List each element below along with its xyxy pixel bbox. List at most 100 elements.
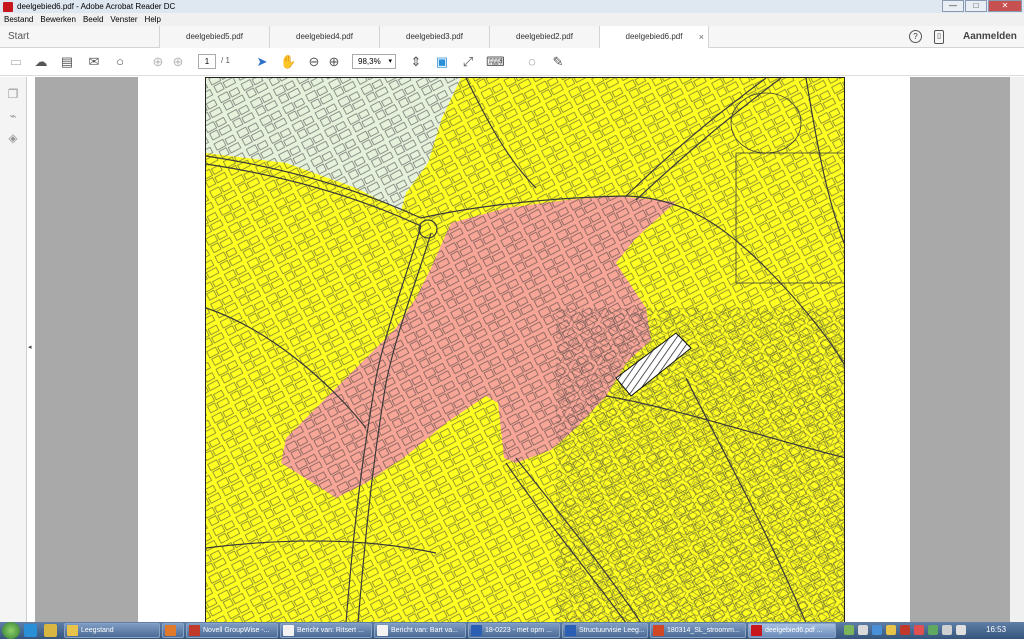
attachments-icon[interactable]: ⌁ — [6, 109, 20, 123]
full-screen-icon[interactable]: ⤢ — [460, 54, 476, 70]
word-icon — [471, 625, 482, 636]
powerpoint-icon — [653, 625, 664, 636]
map-figure — [205, 77, 845, 622]
groupwise-icon — [189, 625, 200, 636]
save-icon[interactable]: ▭ — [8, 54, 24, 70]
zoom-select[interactable]: 98,3% ▾ — [352, 54, 396, 69]
minimize-button[interactable]: — — [942, 0, 964, 12]
page-number-input[interactable]: 1 — [198, 54, 216, 69]
sign-icon[interactable]: ✎ — [550, 54, 566, 70]
tray-icon[interactable] — [942, 625, 952, 635]
signin-button[interactable]: Aanmelden — [963, 31, 1017, 42]
map-svg — [206, 78, 844, 622]
select-icon[interactable]: ➤ — [254, 54, 270, 70]
menu-help[interactable]: Help — [145, 15, 161, 24]
task-leegstand[interactable]: Leegstand — [64, 623, 160, 638]
close-window-button[interactable]: ✕ — [988, 0, 1022, 12]
keyboard-icon[interactable]: ⌨ — [486, 54, 505, 70]
zoom-out-icon[interactable]: ⊖ — [306, 54, 322, 70]
start-orb-icon[interactable] — [2, 622, 20, 639]
ie-icon[interactable] — [24, 624, 37, 637]
tab-label: deelgebied2.pdf — [516, 32, 573, 41]
task-label: Bericht van: Ritsert ... — [297, 627, 364, 634]
rotate-icon[interactable]: ▣ — [434, 54, 450, 70]
fit-page-icon[interactable]: ⇕ — [408, 54, 424, 70]
task-message-bart[interactable]: Bericht van: Bart va... — [374, 623, 466, 638]
tab-label: deelgebied3.pdf — [406, 32, 463, 41]
task-label: Structuurvisie Leeg... — [579, 627, 645, 634]
email-icon[interactable]: ✉ — [86, 54, 102, 70]
print-icon[interactable]: ▤ — [59, 54, 75, 70]
clock[interactable]: 16:53 — [986, 625, 1006, 634]
task-media[interactable] — [162, 623, 184, 638]
search-icon[interactable]: ○ — [112, 54, 128, 70]
menu-bewerken[interactable]: Bewerken — [40, 15, 76, 24]
menu-bar: Bestand Bewerken Beeld Venster Help — [0, 13, 1024, 26]
page-thumbnails-icon[interactable]: ❐ — [6, 87, 20, 101]
task-word-2[interactable]: Structuurvisie Leeg... — [562, 623, 648, 638]
tab-deelgebied6[interactable]: deelgebied6.pdf × — [599, 26, 709, 48]
acrobat-icon — [3, 1, 13, 12]
next-page-icon[interactable]: ⊕ — [170, 54, 186, 70]
acrobat-icon — [751, 625, 762, 636]
media-icon — [165, 625, 176, 636]
tab-start[interactable]: Start — [8, 31, 29, 42]
tray-icon[interactable] — [914, 625, 924, 635]
tray-icon[interactable] — [900, 625, 910, 635]
navigation-pane: ❐ ⌁ ◈ — [0, 77, 27, 622]
tray-icon[interactable] — [872, 625, 882, 635]
tab-deelgebied5[interactable]: deelgebied5.pdf — [159, 26, 269, 48]
layers-icon[interactable]: ◈ — [6, 131, 20, 145]
tab-bar: Start deelgebied5.pdf deelgebied4.pdf de… — [0, 26, 1024, 48]
help-icon[interactable]: ? — [909, 30, 922, 43]
chevron-down-icon: ▾ — [388, 58, 392, 65]
task-label: 18-0223 - met opm ... — [485, 627, 552, 634]
mail-icon — [283, 625, 294, 636]
tab-label: deelgebied4.pdf — [296, 32, 353, 41]
task-message-ritsert[interactable]: Bericht van: Ritsert ... — [280, 623, 372, 638]
tray-icon[interactable] — [858, 625, 868, 635]
tab-deelgebied4[interactable]: deelgebied4.pdf — [269, 26, 379, 48]
toolbar: ▭ ☁ ▤ ✉ ○ ⊕ ⊕ 1 / 1 ➤ ✋ ⊖ ⊕ 98,3% ▾ ⇕ ▣ … — [0, 49, 1024, 76]
tab-label: deelgebied5.pdf — [186, 32, 243, 41]
collapse-pane-icon[interactable]: ◂ — [28, 343, 32, 351]
page-total: / 1 — [221, 56, 230, 65]
prev-page-icon[interactable]: ⊕ — [150, 54, 166, 70]
menu-bestand[interactable]: Bestand — [4, 15, 33, 24]
tray-icon[interactable] — [928, 625, 938, 635]
zoom-value: 98,3% — [358, 57, 381, 66]
tab-deelgebied3[interactable]: deelgebied3.pdf — [379, 26, 489, 48]
task-acrobat[interactable]: deelgebied6.pdf ... — [748, 623, 836, 638]
task-label: Bericht van: Bart va... — [391, 627, 458, 634]
upload-icon[interactable]: ☁ — [33, 54, 49, 70]
title-bar: deelgebied6.pdf - Adobe Acrobat Reader D… — [0, 0, 1024, 13]
tray-icon[interactable] — [886, 625, 896, 635]
task-label: 180314_SL_stroomm... — [667, 627, 740, 634]
taskbar: Leegstand Novell GroupWise -... Bericht … — [0, 622, 1024, 639]
explorer-icon[interactable] — [44, 624, 57, 637]
folder-icon — [67, 625, 78, 636]
map-building-pattern-2 — [556, 308, 844, 622]
mail-icon — [377, 625, 388, 636]
task-label: Novell GroupWise -... — [203, 627, 270, 634]
hand-icon[interactable]: ✋ — [280, 54, 296, 70]
menu-venster[interactable]: Venster — [110, 15, 137, 24]
mobile-icon[interactable]: ▯ — [934, 30, 944, 44]
zoom-in-icon[interactable]: ⊕ — [326, 54, 342, 70]
comment-icon[interactable]: ◌ — [524, 54, 540, 70]
task-label: deelgebied6.pdf ... — [765, 627, 823, 634]
vertical-scrollbar[interactable] — [1010, 77, 1024, 622]
task-word-1[interactable]: 18-0223 - met opm ... — [468, 623, 560, 638]
word-icon — [565, 625, 576, 636]
task-powerpoint[interactable]: 180314_SL_stroomm... — [650, 623, 746, 638]
window-title: deelgebied6.pdf - Adobe Acrobat Reader D… — [17, 2, 176, 11]
task-label: Leegstand — [81, 627, 114, 634]
maximize-button[interactable]: □ — [965, 0, 987, 12]
volume-icon[interactable] — [956, 625, 966, 635]
tab-deelgebied2[interactable]: deelgebied2.pdf — [489, 26, 599, 48]
tray-icon[interactable] — [844, 625, 854, 635]
tab-close-icon[interactable]: × — [699, 26, 704, 48]
menu-beeld[interactable]: Beeld — [83, 15, 103, 24]
tab-label: deelgebied6.pdf — [625, 32, 683, 41]
task-groupwise[interactable]: Novell GroupWise -... — [186, 623, 278, 638]
